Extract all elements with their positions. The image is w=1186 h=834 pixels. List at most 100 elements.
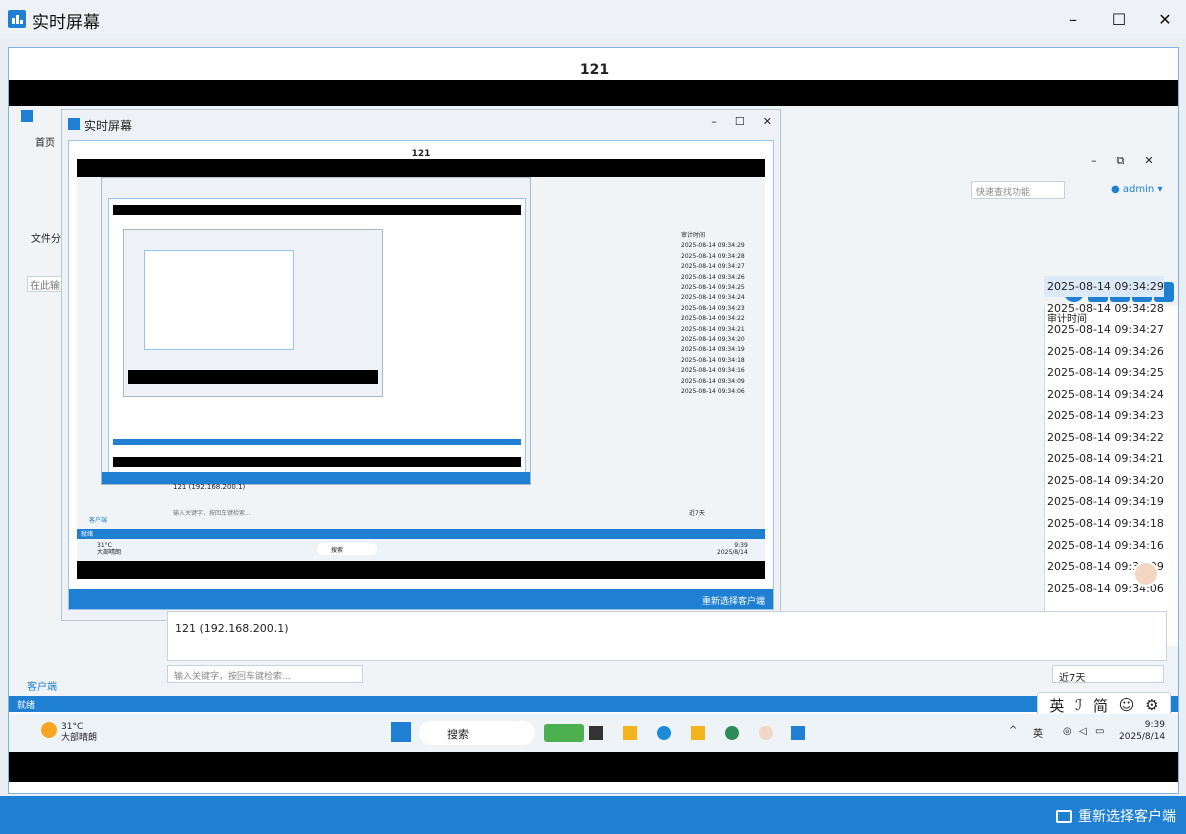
black-band-bottom	[9, 752, 1178, 782]
audit-row[interactable]: 2025-08-14 09:34:29	[1044, 276, 1164, 297]
menu-home[interactable]: 首页	[35, 134, 55, 149]
nested-audit-row[interactable]: 2025-08-14 09:34:06	[681, 387, 765, 397]
nested-clock: 9:39 2025/8/14	[717, 542, 748, 556]
nested-level2-window	[101, 177, 531, 485]
audit-row[interactable]: 2025-08-14 09:34:25	[1044, 362, 1164, 383]
taskbar-search[interactable]: 搜索	[419, 721, 535, 745]
client-tab[interactable]: 客户端	[27, 678, 57, 693]
remote-minimize[interactable]: –	[1091, 154, 1097, 168]
reselect-client-button[interactable]: 重新选择客户端	[1056, 806, 1176, 826]
nested-audit-header: 审计时间	[681, 232, 706, 239]
nested-client-tab[interactable]: 客户端	[89, 515, 107, 524]
remote-app-icon	[21, 110, 33, 122]
weather-icon	[41, 722, 57, 738]
audit-row[interactable]: 2025-08-14 09:34:24	[1044, 384, 1164, 405]
user-menu[interactable]: ● admin ▾	[1111, 184, 1162, 195]
nested-realtime-window: 实时屏幕 – ☐ ✕ 121 审计时间 2025-08-14 09:34:29 …	[61, 109, 781, 621]
audit-row[interactable]: 2025-08-14 09:34:16	[1044, 535, 1164, 556]
ime-settings-icon[interactable]: ⚙	[1145, 696, 1158, 714]
nested-level3-window	[123, 229, 383, 397]
title-bar: 实时屏幕 – ☐ ✕	[0, 0, 1186, 38]
nested-audit-row[interactable]: 2025-08-14 09:34:24	[681, 293, 765, 303]
nested-audit-list: 审计时间 2025-08-14 09:34:29 2025-08-14 09:3…	[681, 231, 765, 398]
audit-row[interactable]: 2025-08-14 09:34:22	[1044, 427, 1164, 448]
nested-audit-row[interactable]: 2025-08-14 09:34:20	[681, 335, 765, 345]
audit-row[interactable]: 2025-08-14 09:34:23	[1044, 405, 1164, 426]
nested-app-icon	[68, 118, 80, 130]
realtime-app-icon[interactable]	[791, 726, 805, 740]
audit-row[interactable]: 2025-08-14 09:34:27	[1044, 319, 1164, 340]
remote-restore[interactable]: ⧉	[1117, 154, 1125, 168]
status-bar: 就绪	[9, 696, 1178, 712]
nested-audit-row[interactable]: 2025-08-14 09:34:28	[681, 252, 765, 262]
nested-audit-row[interactable]: 2025-08-14 09:34:16	[681, 366, 765, 376]
start-icon[interactable]	[391, 722, 411, 742]
mail-icon[interactable]	[691, 726, 705, 740]
assistant-avatar[interactable]	[1133, 561, 1159, 587]
nested-taskbar: 31°C 大部晴朗 搜索 9:39 2025/8/14	[77, 539, 765, 561]
audit-row[interactable]: 2025-08-14 09:34:18	[1044, 513, 1164, 534]
taskbar-widget-icon[interactable]	[544, 724, 584, 742]
nested-audit-row[interactable]: 2025-08-14 09:34:18	[681, 356, 765, 366]
nested-maximize[interactable]: ☐	[735, 115, 745, 128]
quick-find-input[interactable]: 快速查找功能	[971, 181, 1065, 199]
nested-level2-band-bottom	[113, 457, 521, 467]
nested-minimize[interactable]: –	[711, 115, 717, 128]
nested-audit-row[interactable]: 2025-08-14 09:34:23	[681, 304, 765, 314]
edge-icon[interactable]	[657, 726, 671, 740]
ime-lang[interactable]: 英	[1049, 695, 1064, 716]
user-caret: ▾	[1157, 184, 1163, 195]
tray-caret[interactable]: ^	[1009, 725, 1017, 736]
user-name: admin	[1122, 184, 1155, 195]
taskbar-app-icon[interactable]	[589, 726, 603, 740]
nested-audit-row[interactable]: 2025-08-14 09:34:22	[681, 314, 765, 324]
ime-moon-icon[interactable]: ℐ	[1075, 696, 1082, 714]
black-band-top	[9, 80, 1178, 106]
tray-lang[interactable]: 英	[1033, 725, 1043, 740]
speaker-icon[interactable]: ◁	[1079, 726, 1087, 737]
nested-screen: 121 审计时间 2025-08-14 09:34:29 2025-08-14 …	[68, 140, 774, 610]
nested-taskbar-search[interactable]: 搜索	[317, 543, 377, 555]
nested-audit-row[interactable]: 2025-08-14 09:34:21	[681, 325, 765, 335]
remote-window-controls: – ⧉ ✕	[1091, 154, 1154, 168]
minimize-button[interactable]: –	[1050, 0, 1096, 38]
remote-close[interactable]: ✕	[1144, 154, 1153, 168]
reselect-client-bar: 重新选择客户端	[0, 796, 1186, 834]
nested-level2-bottom-bar	[102, 472, 530, 484]
nested-level3-band	[128, 370, 378, 384]
nested-audit-row[interactable]: 2025-08-14 09:34:29	[681, 241, 765, 251]
nested-reselect-bar[interactable]: 重新选择客户端	[69, 589, 773, 609]
period-select[interactable]: 近7天	[1052, 665, 1164, 684]
nested-black-band-top	[77, 159, 765, 177]
audit-row[interactable]: 2025-08-14 09:34:26	[1044, 341, 1164, 362]
nested-audit-row[interactable]: 2025-08-14 09:34:25	[681, 283, 765, 293]
remote-screen-view[interactable]: 121 首页 文件分发 在此输入 快速查找功能 ● admin ▾ – ⧉ ✕ …	[8, 47, 1179, 794]
nested-window-controls: – ☐ ✕	[711, 115, 772, 128]
nested-detail-text: 121 (192.168.200.1)	[173, 483, 246, 491]
nested-audit-row[interactable]: 2025-08-14 09:34:09	[681, 377, 765, 387]
audit-row[interactable]: 2025-08-14 09:34:21	[1044, 448, 1164, 469]
nested-weather: 31°C 大部晴朗	[97, 542, 122, 556]
nested-audit-row[interactable]: 2025-08-14 09:34:19	[681, 345, 765, 355]
battery-icon[interactable]: ▭	[1095, 726, 1104, 737]
nested-close[interactable]: ✕	[763, 115, 772, 128]
ime-simplified[interactable]: 简	[1093, 695, 1108, 716]
chat-app-icon[interactable]	[725, 726, 739, 740]
nested-audit-row[interactable]: 2025-08-14 09:34:27	[681, 262, 765, 272]
avatar-app-icon[interactable]	[759, 726, 773, 740]
maximize-button[interactable]: ☐	[1096, 0, 1142, 38]
nested-audit-row[interactable]: 2025-08-14 09:34:26	[681, 273, 765, 283]
audit-row[interactable]: 2025-08-14 09:34:19	[1044, 491, 1164, 512]
wifi-icon[interactable]: ◎	[1063, 726, 1072, 737]
audit-row[interactable]: 2025-08-14 09:34:28	[1044, 298, 1164, 319]
folder-icon[interactable]	[623, 726, 637, 740]
weather-widget[interactable]: 31°C 大部晴朗	[61, 722, 97, 744]
nested-keyword-input[interactable]: 输入关键字，按回车键检索...	[173, 508, 251, 517]
nested-period-select[interactable]: 近7天	[689, 508, 705, 517]
close-button[interactable]: ✕	[1142, 0, 1186, 38]
audit-row[interactable]: 2025-08-14 09:34:20	[1044, 470, 1164, 491]
keyword-search-input[interactable]: 输入关键字，按回车键检索...	[167, 665, 363, 683]
nested-reselect-label[interactable]: 重新选择客户端	[702, 597, 765, 607]
ime-emoji-icon[interactable]: ☺	[1119, 696, 1135, 714]
taskbar-clock[interactable]: 9:39 2025/8/14	[1119, 719, 1165, 743]
